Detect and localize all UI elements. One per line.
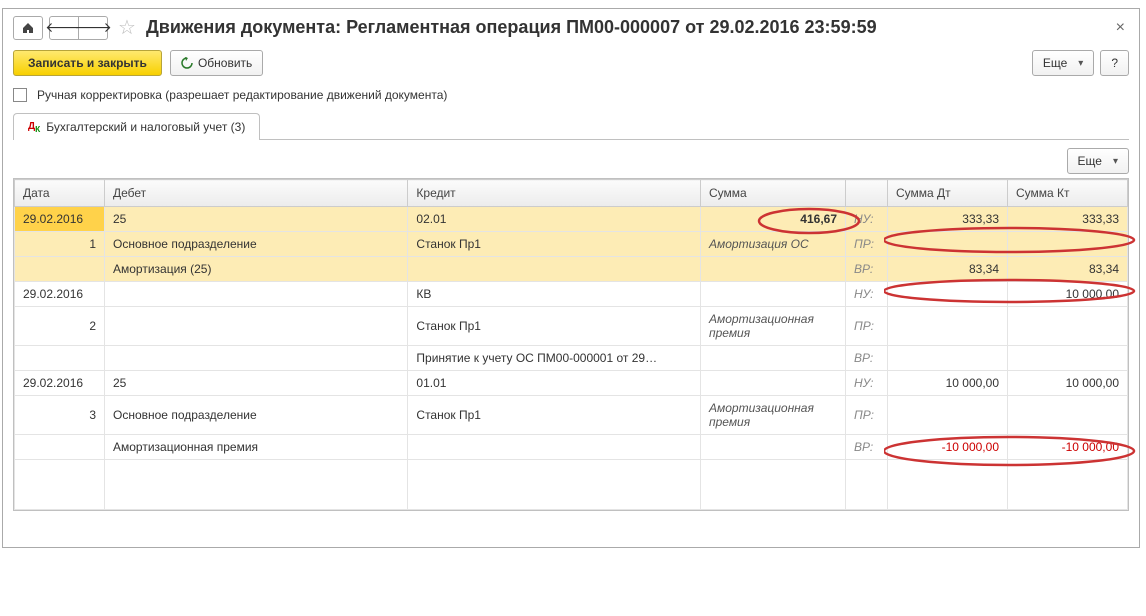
th-credit[interactable]: Кредит [408,180,701,207]
manual-edit-label: Ручная корректировка (разрешает редактир… [37,88,447,102]
th-debit[interactable]: Дебет [105,180,408,207]
cell-pr-dt[interactable] [888,232,1008,257]
cell-debit-acc[interactable] [105,282,408,307]
cell-credit-sub2[interactable]: Принятие к учету ОС ПМ00-000001 от 29… [408,346,701,371]
manual-edit-row: Ручная корректировка (разрешает редактир… [13,88,1129,102]
forward-button[interactable]: 🡒 [78,16,108,40]
cell-credit-sub2[interactable] [408,257,701,282]
cell-sum[interactable]: 416,67 [701,207,846,232]
cell-sum[interactable] [701,371,846,396]
cell-type-nu: НУ: [846,207,888,232]
tabs: ДК Бухгалтерский и налоговый учет (3) [13,112,1129,140]
cell-date[interactable]: 29.02.2016 [15,371,105,396]
manual-edit-checkbox[interactable] [13,88,27,102]
document-window: × 🡐 🡒 ☆ Движения документа: Регламентная… [2,8,1140,548]
cell-debit-sub1[interactable]: Основное подразделение [105,232,408,257]
cell-vr-dt[interactable]: 83,34 [888,257,1008,282]
cell-nu-dt[interactable]: 10 000,00 [888,371,1008,396]
cell-pr-kt[interactable] [1008,396,1128,435]
th-type[interactable] [846,180,888,207]
cell-type-vr: ВР: [846,435,888,460]
cell-debit-sub2[interactable] [105,346,408,371]
cell-vr-dt[interactable] [888,346,1008,371]
th-date[interactable]: Дата [15,180,105,207]
close-icon[interactable]: × [1116,19,1125,37]
titlebar: 🡐 🡒 ☆ Движения документа: Регламентная о… [13,15,1129,40]
cell-nu-kt[interactable]: 10 000,00 [1008,371,1128,396]
cell-type-nu: НУ: [846,371,888,396]
favorite-icon[interactable]: ☆ [118,15,136,40]
refresh-icon [181,57,193,69]
cell-credit-acc[interactable]: 02.01 [408,207,701,232]
toolbar: Записать и закрыть Обновить Еще ? [13,50,1129,76]
cell-credit-sub2[interactable] [408,435,701,460]
cell-pr-dt[interactable] [888,396,1008,435]
cell-debit-acc[interactable]: 25 [105,207,408,232]
cell-nu-kt[interactable]: 333,33 [1008,207,1128,232]
cell-type-pr: ПР: [846,232,888,257]
cell-credit-sub1[interactable]: Станок Пр1 [408,232,701,257]
cell-nu-dt[interactable] [888,282,1008,307]
th-sum-dt[interactable]: Сумма Дт [888,180,1008,207]
cell-credit-sub1[interactable]: Станок Пр1 [408,307,701,346]
cell-idx[interactable]: 3 [15,396,105,435]
cell-date[interactable]: 29.02.2016 [15,207,105,232]
cell-pr-kt[interactable] [1008,307,1128,346]
cell-type-vr: ВР: [846,346,888,371]
cell-vr-dt[interactable]: -10 000,00 [888,435,1008,460]
nav-group: 🡐 🡒 [49,16,108,40]
home-button[interactable] [13,16,43,40]
cell-type-pr: ПР: [846,307,888,346]
cell-type-nu: НУ: [846,282,888,307]
cell-debit-sub1[interactable] [105,307,408,346]
cell-idx[interactable]: 1 [15,232,105,257]
tab-accounting[interactable]: ДК Бухгалтерский и налоговый учет (3) [13,113,260,140]
save-and-close-button[interactable]: Записать и закрыть [13,50,162,76]
th-sum-kt[interactable]: Сумма Кт [1008,180,1128,207]
cell-sum[interactable] [701,282,846,307]
cell-nu-kt[interactable]: 10 000,00 [1008,282,1128,307]
cell-debit-sub1[interactable]: Основное подразделение [105,396,408,435]
cell-debit-sub2[interactable]: Амортизационная премия [105,435,408,460]
cell-pr-dt[interactable] [888,307,1008,346]
page-title: Движения документа: Регламентная операци… [146,17,877,38]
cell-vr-kt[interactable]: -10 000,00 [1008,435,1128,460]
cell-desc[interactable]: Амортизационная премия [701,307,846,346]
cell-nu-dt[interactable]: 333,33 [888,207,1008,232]
cell-desc[interactable]: Амортизационная премия [701,396,846,435]
sub-more-button[interactable]: Еще [1067,148,1129,174]
dt-kt-icon: ДК [28,121,40,134]
cell-date[interactable]: 29.02.2016 [15,282,105,307]
cell-credit-acc[interactable]: КВ [408,282,701,307]
cell-debit-acc[interactable]: 25 [105,371,408,396]
entries-table-wrap: Дата Дебет Кредит Сумма Сумма Дт Сумма К… [13,178,1129,511]
cell-debit-sub2[interactable]: Амортизация (25) [105,257,408,282]
cell-credit-sub1[interactable]: Станок Пр1 [408,396,701,435]
cell-type-vr: ВР: [846,257,888,282]
th-sum[interactable]: Сумма [701,180,846,207]
entries-table: Дата Дебет Кредит Сумма Сумма Дт Сумма К… [14,179,1128,510]
cell-pr-kt[interactable] [1008,232,1128,257]
cell-credit-acc[interactable]: 01.01 [408,371,701,396]
help-button[interactable]: ? [1100,50,1129,76]
cell-desc[interactable]: Амортизация ОС [701,232,846,257]
more-button[interactable]: Еще [1032,50,1094,76]
refresh-button[interactable]: Обновить [170,50,263,76]
sub-toolbar: Еще [13,148,1129,174]
home-icon [21,21,35,35]
cell-vr-kt[interactable]: 83,34 [1008,257,1128,282]
cell-type-pr: ПР: [846,396,888,435]
cell-idx[interactable]: 2 [15,307,105,346]
cell-vr-kt[interactable] [1008,346,1128,371]
